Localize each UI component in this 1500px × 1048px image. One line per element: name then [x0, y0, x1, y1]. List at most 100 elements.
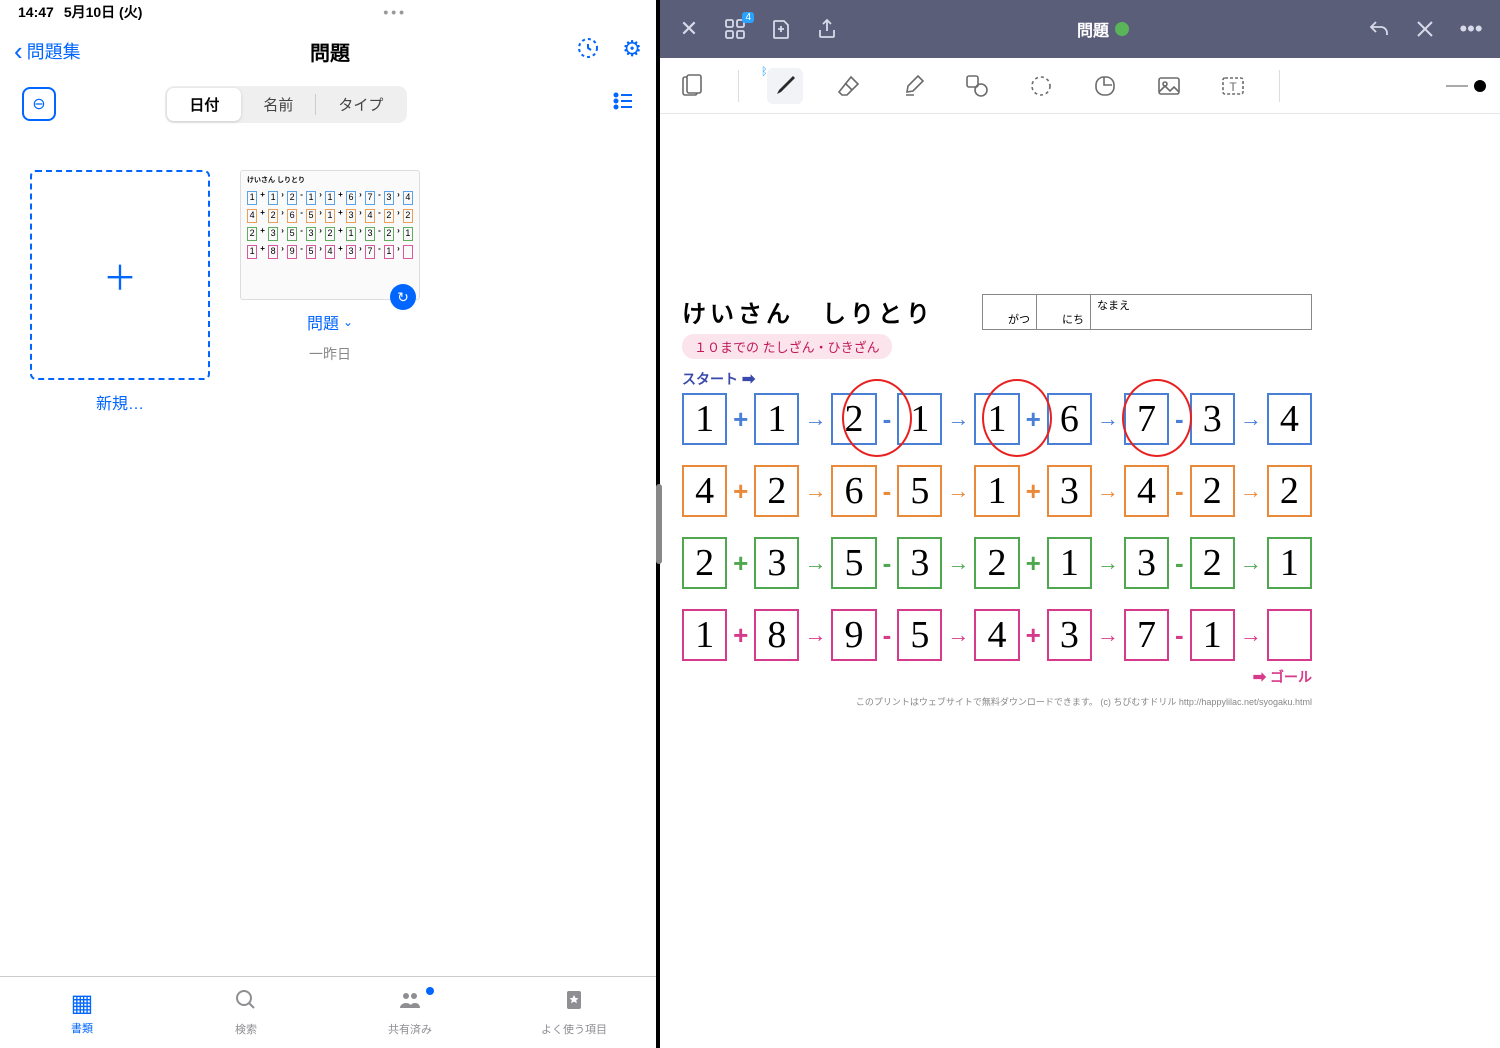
nav-bar: ‹ 問題集 問題 ⚙	[0, 24, 656, 78]
worksheet-footnote: このプリントはウェブサイトで無料ダウンロードできます。 (c) ちびむすドリル …	[682, 695, 1312, 708]
tab-search[interactable]: 検索	[164, 977, 328, 1048]
segment-date[interactable]: 日付	[167, 88, 241, 121]
status-bar: 14:47 5月10日 (火) •••	[0, 0, 656, 24]
plus-icon: ＋	[103, 251, 137, 300]
people-icon	[398, 988, 422, 1019]
number-box: 1	[897, 393, 942, 445]
more-icon[interactable]: •••	[1458, 16, 1484, 42]
tab-favorites[interactable]: よく使う項目	[492, 977, 656, 1048]
document-item[interactable]: けいさん しりとり 1+1›2-1›1+6›7-3›44+2›6-5›1+3›4…	[240, 170, 420, 364]
new-page-icon[interactable]	[768, 16, 794, 42]
document-name: 問題	[307, 310, 339, 334]
operator: +	[1025, 548, 1042, 579]
number-box: 1	[974, 465, 1019, 517]
eraser-tool-icon[interactable]	[831, 68, 867, 104]
image-tool-icon[interactable]	[1151, 68, 1187, 104]
notes-titlebar: ✕ 4 問題 •••	[660, 0, 1500, 58]
readonly-icon[interactable]	[674, 68, 710, 104]
operator: -	[882, 548, 893, 579]
sticker-tool-icon[interactable]	[1087, 68, 1123, 104]
new-document-box[interactable]: ＋	[30, 170, 210, 380]
arrow-icon: →	[804, 478, 826, 504]
document-title[interactable]: 問題	[1077, 17, 1129, 41]
start-label: スタート ➡	[682, 369, 1312, 389]
arrow-icon: →	[947, 622, 969, 648]
notification-dot	[426, 987, 434, 995]
segment-name[interactable]: 名前	[241, 88, 315, 121]
status-date: 5月10日 (火)	[64, 2, 143, 22]
operator: -	[1174, 476, 1185, 507]
sync-status-icon	[1115, 22, 1129, 36]
number-box: 6	[831, 465, 876, 517]
operator: -	[1174, 404, 1185, 435]
stroke-preview[interactable]	[1446, 80, 1486, 92]
chevron-down-icon[interactable]: ⌄	[343, 315, 353, 329]
list-view-icon[interactable]	[612, 90, 634, 118]
number-box: 1	[1190, 609, 1235, 661]
undo-icon[interactable]	[1366, 16, 1392, 42]
number-box: 1	[1047, 537, 1092, 589]
arrow-icon: →	[804, 622, 826, 648]
arrow-icon: →	[804, 550, 826, 576]
number-box: 5	[831, 537, 876, 589]
operator: -	[882, 404, 893, 435]
arrow-icon: →	[1240, 478, 1262, 504]
lasso-tool-icon[interactable]	[1023, 68, 1059, 104]
sort-segmented: 日付 名前 タイプ	[165, 86, 407, 123]
sync-icon[interactable]	[576, 36, 600, 66]
number-box: 9	[831, 609, 876, 661]
number-box: 2	[682, 537, 727, 589]
back-button[interactable]: ‹ 問題集	[14, 36, 81, 67]
number-box: 2	[1190, 465, 1235, 517]
split-view-handle[interactable]	[656, 484, 662, 564]
new-document-label: 新規…	[96, 390, 144, 414]
number-box: 1	[682, 609, 727, 661]
operator: -	[1174, 620, 1185, 651]
operator: +	[732, 620, 749, 651]
tab-shared[interactable]: 共有済み	[328, 977, 492, 1048]
tag-icon[interactable]: ⊖	[22, 87, 56, 121]
share-icon[interactable]	[814, 16, 840, 42]
number-box: 3	[897, 537, 942, 589]
sync-badge-icon: ↻	[390, 284, 416, 310]
pen-tool-icon[interactable]: ᛒ	[767, 68, 803, 104]
shapes-tool-icon[interactable]	[959, 68, 995, 104]
stroke-color-icon	[1474, 80, 1486, 92]
toolbar: ⊖ 日付 名前 タイプ	[0, 78, 656, 130]
document-subtitle: 一昨日	[309, 344, 351, 364]
files-app: 14:47 5月10日 (火) ••• ‹ 問題集 問題 ⚙ ⊖ 日付 名前	[0, 0, 660, 1048]
status-time: 14:47	[18, 4, 54, 20]
number-box: 4	[1124, 465, 1169, 517]
highlighter-tool-icon[interactable]	[895, 68, 931, 104]
notes-canvas[interactable]: けいさん しりとり がつ にち なまえ １０までの たしざん・ひきざん スタート…	[660, 114, 1500, 1048]
number-box: 2	[1190, 537, 1235, 589]
grid-icon: ▦	[71, 989, 94, 1018]
number-box: 4	[682, 465, 727, 517]
gear-icon[interactable]: ⚙	[622, 36, 642, 66]
number-box: 4	[974, 609, 1019, 661]
operator: +	[732, 548, 749, 579]
number-box	[1267, 609, 1312, 661]
multitask-dots-icon[interactable]: •••	[383, 4, 407, 20]
number-box: 1	[1267, 537, 1312, 589]
goal-label: ➡ ゴール	[682, 667, 1312, 687]
number-box: 1	[974, 393, 1019, 445]
segment-type[interactable]: タイプ	[316, 88, 405, 121]
arrow-icon: →	[1240, 622, 1262, 648]
operator: -	[882, 620, 893, 651]
text-tool-icon[interactable]: T	[1215, 68, 1251, 104]
arrow-icon: →	[1097, 478, 1119, 504]
number-box: 5	[897, 465, 942, 517]
tab-browse[interactable]: ▦ 書類	[0, 977, 164, 1048]
math-row: 4+2→6-5→1+3→4-2→2	[682, 465, 1312, 517]
close-fullscreen-icon[interactable]	[1412, 16, 1438, 42]
operator: +	[732, 404, 749, 435]
number-box: 7	[1124, 609, 1169, 661]
grid-apps-icon[interactable]: 4	[722, 16, 748, 42]
page-title: 問題	[0, 37, 660, 66]
arrow-icon: →	[947, 478, 969, 504]
close-icon[interactable]: ✕	[676, 16, 702, 42]
new-document-item[interactable]: ＋ 新規…	[30, 170, 210, 414]
chevron-left-icon: ‹	[14, 36, 23, 67]
bluetooth-icon: ᛒ	[761, 66, 768, 78]
